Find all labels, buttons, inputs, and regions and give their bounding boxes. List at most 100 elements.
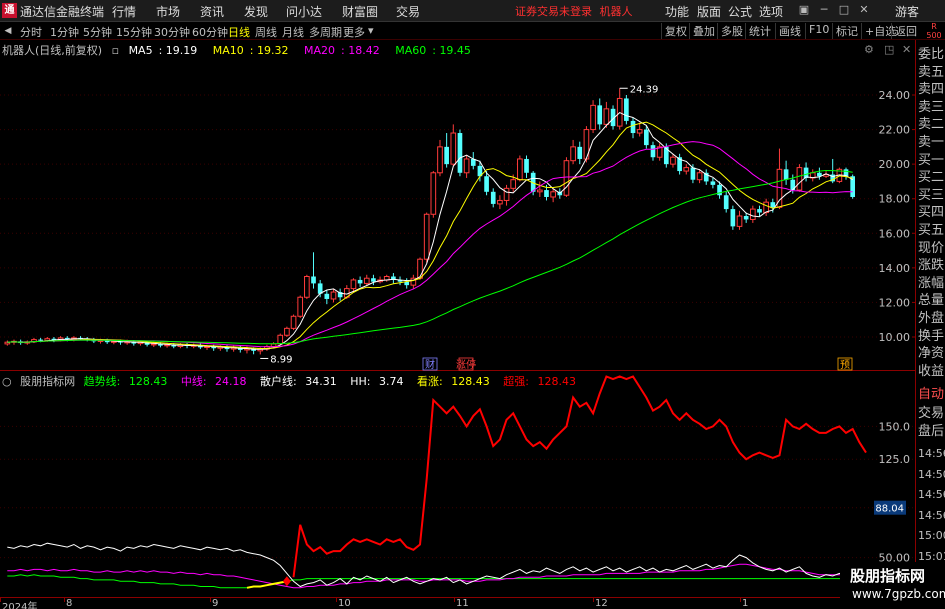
ma-line-ma20 — [7, 141, 853, 348]
mid-line-value: 24.18 — [215, 375, 247, 388]
menu-xuanxiang[interactable]: 选项 — [759, 3, 783, 20]
trade-label[interactable]: 交易 — [918, 404, 945, 424]
super-strong-value: 128.43 — [537, 375, 576, 388]
menu-caifuquan[interactable]: 财富圈 — [342, 3, 378, 20]
back-button[interactable]: 返回 — [891, 23, 917, 39]
time-axis-tick — [740, 598, 741, 602]
after-hours-label[interactable]: 盘后 — [918, 422, 945, 442]
mid-line-legend: 中线: 24.18 — [181, 375, 252, 388]
candle-body — [544, 190, 549, 197]
period-1min[interactable]: 1分钟 — [50, 24, 79, 40]
y-tick-label: 18.00 — [879, 193, 911, 206]
candle-body — [437, 146, 443, 174]
skin-icon[interactable]: ▣ — [797, 2, 811, 18]
candle-body — [463, 158, 470, 174]
duogu-button[interactable]: 多股 — [717, 23, 743, 39]
period-weekly[interactable]: 周线 — [255, 24, 277, 40]
ma20-label: MA20 — [304, 44, 336, 57]
time-axis-tick — [593, 598, 594, 602]
ma5-value: 19.19 — [165, 44, 198, 57]
minimize-icon[interactable]: ─ — [817, 2, 831, 18]
candle-body — [490, 191, 496, 204]
ma-legend: 机器人(日线,前复权) ▫ MA5: 19.19 MA10: 19.32 MA2… — [2, 42, 483, 58]
rs-label: R 500 — [926, 22, 942, 40]
indicator-toggle-icon[interactable]: ○ — [2, 375, 12, 388]
ma20-value: 18.42 — [348, 44, 380, 57]
login-notice[interactable]: 证券交易未登录 机器人 — [515, 3, 633, 19]
candle-body — [603, 108, 610, 125]
breakout-marker — [282, 576, 291, 587]
biaoji-button[interactable]: 标记 — [832, 23, 858, 39]
time-axis-label: 2024年 — [2, 602, 38, 609]
candle-body — [503, 187, 510, 201]
candle-body — [423, 213, 430, 260]
hh-legend: HH: 3.74 — [350, 375, 408, 388]
ma20-legend: MA20: 18.42 — [304, 44, 380, 57]
fuquan-button[interactable]: 复权 — [661, 23, 687, 39]
candle-body — [743, 216, 749, 220]
guest-label[interactable]: 游客 — [895, 3, 919, 20]
candle-body — [696, 172, 703, 181]
candle-body — [736, 215, 743, 227]
candle-body — [510, 179, 517, 189]
event-marker: 财 — [425, 358, 435, 371]
y-tick-label: 22.00 — [879, 124, 911, 137]
tongji-button[interactable]: 统计 — [745, 23, 771, 39]
candle-body — [670, 156, 676, 165]
menu-hangqing[interactable]: 行情 — [112, 3, 136, 20]
menu-gongneng[interactable]: 功能 — [665, 3, 689, 20]
gear-icon[interactable]: ⚙ — [864, 43, 874, 56]
side-time-item: 14:56 — [918, 488, 945, 501]
indicator-chart[interactable]: 150.0 125.0 88.04 50.00 ○ 股朋指标网 趋势线: 128.43… — [0, 371, 916, 597]
ma5-label: MA5 — [128, 44, 153, 57]
watermark-title: 股朋指标网 — [850, 567, 926, 585]
ma-line-ma5 — [7, 112, 853, 350]
candle-body — [570, 146, 576, 162]
time-axis-tick — [0, 598, 1, 602]
candle-body — [517, 158, 523, 181]
period-5min[interactable]: 5分钟 — [83, 24, 112, 40]
app-logo-icon: 通 — [2, 3, 17, 18]
quote-side-panel: R 500 委比 卖五 卖四 卖三 卖二 卖一 买一 买二 买三 买四 买五 现价 涨跌 涨幅 总量 外盘 换手… — [916, 22, 945, 609]
candle-body — [644, 129, 649, 146]
maximize-icon[interactable]: □ — [837, 2, 851, 18]
period-15min[interactable]: 15分钟 — [116, 24, 152, 40]
period-multi[interactable]: 多周期 — [309, 24, 342, 40]
f10-button[interactable]: F10 — [805, 23, 829, 39]
indicator-name: 股朋指标网 — [20, 375, 76, 388]
prev-icon[interactable]: ◀ — [2, 25, 14, 37]
menu-banmian[interactable]: 版面 — [697, 3, 721, 20]
chart-settings-icon[interactable]: ▫ — [112, 44, 119, 57]
expand-icon[interactable]: ◳ — [884, 43, 894, 56]
menu-faxian[interactable]: 发现 — [244, 3, 268, 20]
close-panel-icon[interactable]: ✕ — [902, 43, 911, 56]
candle-body — [277, 334, 284, 345]
period-daily[interactable]: 日线 — [228, 24, 250, 40]
menu-zixun[interactable]: 资讯 — [200, 3, 224, 20]
candle-body — [770, 202, 776, 208]
close-icon[interactable]: ✕ — [857, 2, 871, 18]
mid-line-label: 中线: — [180, 375, 207, 388]
menu-wenxiaoda[interactable]: 问小达 — [286, 3, 322, 20]
period-60min[interactable]: 60分钟 — [192, 24, 228, 40]
time-axis-tick — [210, 598, 211, 602]
huaxian-button[interactable]: 画线 — [775, 23, 801, 39]
auto-label[interactable]: 自动 — [918, 385, 945, 405]
candle-body — [550, 191, 556, 198]
more-dropdown-icon[interactable]: ▾ — [368, 24, 374, 37]
y-tick-label: 12.00 — [879, 296, 911, 309]
ma60-value: 19.45 — [439, 44, 471, 57]
period-30min[interactable]: 30分钟 — [154, 24, 190, 40]
menu-jiaoyi[interactable]: 交易 — [396, 3, 420, 20]
ma60-label: MA60 — [395, 44, 427, 57]
menu-shichang[interactable]: 市场 — [156, 3, 180, 20]
candle-body — [563, 160, 570, 196]
period-fenshi[interactable]: 分时 — [20, 24, 42, 40]
menu-gongshi[interactable]: 公式 — [728, 3, 752, 20]
period-more[interactable]: 更多 — [343, 24, 365, 40]
candle-body — [723, 195, 729, 210]
period-monthly[interactable]: 月线 — [282, 24, 304, 40]
candlestick-chart[interactable]: 24.00 22.00 20.00 18.00 16.00 14.00 12.00 10.00… — [0, 40, 916, 371]
diejia-button[interactable]: 叠加 — [689, 23, 715, 39]
candle-body — [650, 145, 656, 158]
